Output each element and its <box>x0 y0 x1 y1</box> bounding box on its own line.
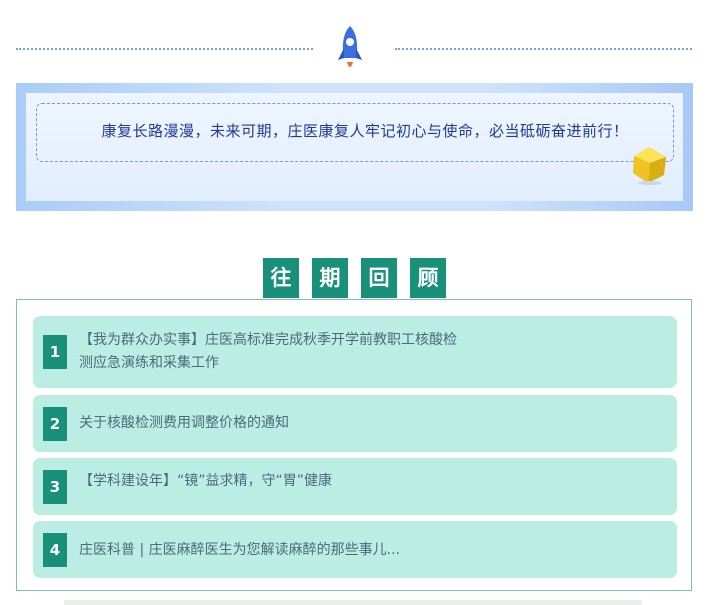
title-char: 顾 <box>410 258 446 298</box>
item-number: 3 <box>43 470 67 504</box>
quote-panel: 康复长路漫漫，未来可期，庄医康复人牢记初心与使命，必当砥砺奋进前行！ <box>16 83 693 211</box>
title-char: 往 <box>263 258 299 298</box>
item-title: 关于核酸检测费用调整价格的通知 <box>79 415 289 431</box>
item-number: 4 <box>43 533 67 567</box>
review-list: 1 【我为群众办实事】庄医高标准完成秋季开学前教职工核酸检 测应急演练和采集工作… <box>16 299 692 591</box>
review-item-2[interactable]: 2 关于核酸检测费用调整价格的通知 <box>33 395 677 452</box>
divider-right <box>395 48 692 50</box>
rocket-icon <box>338 26 362 67</box>
bottom-strip <box>64 600 642 605</box>
item-number: 2 <box>43 407 67 441</box>
item-number: 1 <box>43 335 67 369</box>
quote-text: 康复长路漫漫，未来可期，庄医康复人牢记初心与使命，必当砥砺奋进前行！ <box>101 122 629 140</box>
title-char: 回 <box>361 258 397 298</box>
quote-frame: 康复长路漫漫，未来可期，庄医康复人牢记初心与使命，必当砥砺奋进前行！ <box>36 103 674 162</box>
quote-inner: 康复长路漫漫，未来可期，庄医康复人牢记初心与使命，必当砥砺奋进前行！ <box>26 93 683 201</box>
item-title-line: 【我为群众办实事】庄医高标准完成秋季开学前教职工核酸检 <box>79 332 457 348</box>
title-char: 期 <box>312 258 348 298</box>
gem-icon <box>633 147 666 185</box>
review-item-1[interactable]: 1 【我为群众办实事】庄医高标准完成秋季开学前教职工核酸检 测应急演练和采集工作 <box>33 316 677 388</box>
review-item-4[interactable]: 4 庄医科普 | 庄医麻醉医生为您解读麻醉的那些事儿... <box>33 521 677 578</box>
item-title-line: 测应急演练和采集工作 <box>79 355 219 371</box>
section-title: 往 期 回 顾 <box>0 258 712 300</box>
item-title: 【我为群众办实事】庄医高标准完成秋季开学前教职工核酸检 测应急演练和采集工作 <box>79 329 527 375</box>
divider-left <box>16 48 313 50</box>
item-title: 庄医科普 | 庄医麻醉医生为您解读麻醉的那些事儿... <box>79 542 400 558</box>
review-item-3[interactable]: 3 【学科建设年】“镜”益求精，守“胃”健康 <box>33 458 677 515</box>
item-title: 【学科建设年】“镜”益求精，守“胃”健康 <box>79 473 333 489</box>
